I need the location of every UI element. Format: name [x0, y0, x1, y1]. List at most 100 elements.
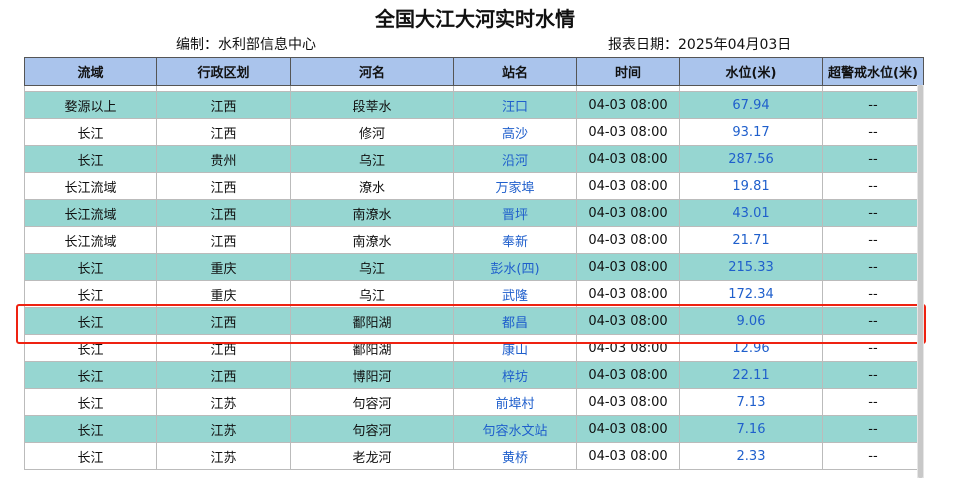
cell-water-level: 172.34: [679, 280, 823, 308]
cell-station-link[interactable]: 武隆: [453, 280, 577, 308]
cell-basin: 长江流域: [24, 199, 157, 227]
header-region[interactable]: 行政区划: [156, 57, 291, 86]
cell-station-link[interactable]: 汪口: [453, 91, 577, 119]
water-level-table-container: 流域 行政区划 河名 站名 时间 水位(米) 超警戒水位(米) 婺源以上 江西 段莘…: [24, 57, 927, 478]
header-basin[interactable]: 流域: [24, 57, 157, 86]
cell-river: 鄱阳湖: [290, 334, 454, 362]
cell-river: 句容河: [290, 415, 454, 443]
cell-region: 重庆: [156, 280, 291, 308]
header-river[interactable]: 河名: [290, 57, 454, 86]
cell-region: 江西: [156, 307, 291, 335]
cell-region: 江西: [156, 91, 291, 119]
cell-river: 潦水: [290, 172, 454, 200]
cell-time: 04-03 08:00: [576, 334, 680, 362]
cell-station-link[interactable]: 沿河: [453, 145, 577, 173]
cell-basin: 长江: [24, 253, 157, 281]
cell-time: 04-03 08:00: [576, 172, 680, 200]
table-row: 长江流域 江西 潦水 万家埠 04-03 08:00 19.81 --: [24, 172, 924, 200]
cell-river: 老龙河: [290, 442, 454, 470]
cell-region: 江西: [156, 199, 291, 227]
cell-basin: 长江: [24, 280, 157, 308]
cell-over-warning: --: [822, 442, 924, 470]
cell-over-warning: --: [822, 415, 924, 443]
report-date-label: 报表日期：2025年04月03日: [608, 37, 792, 53]
cell-time: 04-03 08:00: [576, 388, 680, 416]
cell-time: 04-03 08:00: [576, 91, 680, 119]
cell-over-warning: --: [822, 172, 924, 200]
scrollbar-thumb[interactable]: [918, 85, 923, 478]
cell-water-level: 67.94: [679, 91, 823, 119]
cell-region: 贵州: [156, 145, 291, 173]
cell-region: 江西: [156, 361, 291, 389]
cell-river: 乌江: [290, 253, 454, 281]
cell-river: 乌江: [290, 145, 454, 173]
cell-water-level: 7.13: [679, 388, 823, 416]
cell-over-warning: --: [822, 118, 924, 146]
table-row: 长江流域 江西 南潦水 奉新 04-03 08:00 21.71 --: [24, 226, 924, 254]
cell-water-level: 43.01: [679, 199, 823, 227]
cell-basin: 长江: [24, 442, 157, 470]
cell-station-link[interactable]: 梓坊: [453, 361, 577, 389]
cell-water-level: 19.81: [679, 172, 823, 200]
cell-river: 乌江: [290, 280, 454, 308]
cell-region: 江苏: [156, 442, 291, 470]
cell-station-link[interactable]: 晋坪: [453, 199, 577, 227]
cell-river: 博阳河: [290, 361, 454, 389]
cell-time: 04-03 08:00: [576, 226, 680, 254]
cell-basin: 长江: [24, 118, 157, 146]
cell-station-link[interactable]: 都昌: [453, 307, 577, 335]
cell-basin: 长江: [24, 307, 157, 335]
cell-water-level: 7.16: [679, 415, 823, 443]
cell-basin: 长江: [24, 388, 157, 416]
cell-time: 04-03 08:00: [576, 280, 680, 308]
cell-time: 04-03 08:00: [576, 442, 680, 470]
cell-water-level: 2.33: [679, 442, 823, 470]
cell-station-link[interactable]: 彭水(四): [453, 253, 577, 281]
table-row: 长江 江西 博阳河 梓坊 04-03 08:00 22.11 --: [24, 361, 924, 389]
cell-station-link[interactable]: 万家埠: [453, 172, 577, 200]
water-level-table: 流域 行政区划 河名 站名 时间 水位(米) 超警戒水位(米) 婺源以上 江西 段莘…: [24, 57, 924, 470]
cell-over-warning: --: [822, 253, 924, 281]
table-scrollbar[interactable]: [917, 85, 924, 478]
cell-water-level: 215.33: [679, 253, 823, 281]
cell-over-warning: --: [822, 280, 924, 308]
cell-basin: 长江: [24, 334, 157, 362]
cell-over-warning: --: [822, 388, 924, 416]
cell-river: 南潦水: [290, 199, 454, 227]
cell-station-link[interactable]: 奉新: [453, 226, 577, 254]
cell-river: 鄱阳湖: [290, 307, 454, 335]
cell-basin: 长江流域: [24, 172, 157, 200]
cell-basin: 长江: [24, 145, 157, 173]
cell-river: 南潦水: [290, 226, 454, 254]
cell-over-warning: --: [822, 91, 924, 119]
header-station[interactable]: 站名: [453, 57, 577, 86]
cell-station-link[interactable]: 黄桥: [453, 442, 577, 470]
header-time[interactable]: 时间: [576, 57, 680, 86]
cell-basin: 长江: [24, 361, 157, 389]
table-row: 长江 江西 鄱阳湖 康山 04-03 08:00 12.96 --: [24, 334, 924, 362]
header-over-warning[interactable]: 超警戒水位(米): [822, 57, 924, 86]
cell-station-link[interactable]: 康山: [453, 334, 577, 362]
cell-over-warning: --: [822, 226, 924, 254]
table-row: 长江 贵州 乌江 沿河 04-03 08:00 287.56 --: [24, 145, 924, 173]
cell-over-warning: --: [822, 334, 924, 362]
cell-river: 句容河: [290, 388, 454, 416]
cell-station-link[interactable]: 句容水文站: [453, 415, 577, 443]
page-title: 全国大江大河实时水情: [375, 7, 575, 31]
cell-station-link[interactable]: 高沙: [453, 118, 577, 146]
cell-station-link[interactable]: 前埠村: [453, 388, 577, 416]
table-row: 长江 江苏 老龙河 黄桥 04-03 08:00 2.33 --: [24, 442, 924, 470]
header-water-level[interactable]: 水位(米): [679, 57, 823, 86]
table-row: 长江 江苏 句容河 句容水文站 04-03 08:00 7.16 --: [24, 415, 924, 443]
cell-region: 江西: [156, 334, 291, 362]
cell-water-level: 22.11: [679, 361, 823, 389]
cell-basin: 长江流域: [24, 226, 157, 254]
table-row: 长江 江西 鄱阳湖 都昌 04-03 08:00 9.06 --: [24, 307, 924, 335]
cell-water-level: 12.96: [679, 334, 823, 362]
cell-basin: 长江: [24, 415, 157, 443]
cell-time: 04-03 08:00: [576, 145, 680, 173]
table-row: 婺源以上 江西 段莘水 汪口 04-03 08:00 67.94 --: [24, 91, 924, 119]
table-row: 长江 江西 修河 高沙 04-03 08:00 93.17 --: [24, 118, 924, 146]
table-header-row: 流域 行政区划 河名 站名 时间 水位(米) 超警戒水位(米): [24, 57, 924, 86]
cell-region: 江西: [156, 172, 291, 200]
